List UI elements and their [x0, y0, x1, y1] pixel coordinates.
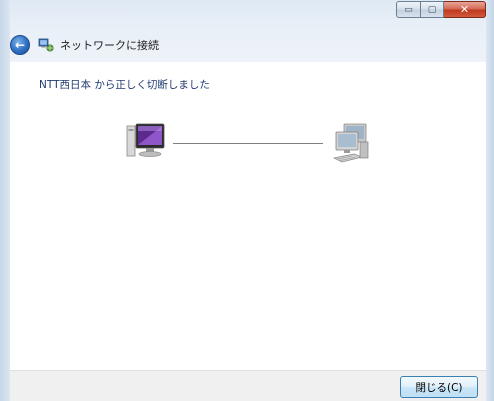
window-frame-left	[0, 0, 10, 401]
status-message: NTT西日本 から正しく切断しました	[39, 79, 210, 91]
connection-line	[173, 143, 323, 144]
close-button[interactable]: 閉じる(C)	[400, 376, 478, 398]
close-icon: ✕	[459, 3, 470, 16]
minimize-icon: ▭	[404, 4, 413, 15]
title-bar[interactable]: ▭ ▢ ✕ ← ネットワークに接続	[0, 0, 494, 62]
footer-bar: 閉じる(C)	[10, 370, 486, 401]
back-arrow-icon: ←	[14, 38, 26, 52]
maximize-icon: ▢	[427, 4, 437, 15]
network-connection-icon	[38, 37, 54, 53]
window-frame-right	[486, 0, 494, 401]
back-button[interactable]: ←	[10, 35, 30, 55]
maximize-button[interactable]: ▢	[421, 1, 444, 18]
caption-buttons: ▭ ▢ ✕	[396, 1, 486, 18]
computer-icon	[125, 120, 167, 164]
network-computers-icon	[330, 122, 372, 166]
minimize-button[interactable]: ▭	[396, 1, 421, 18]
window-title: ネットワークに接続	[60, 39, 159, 52]
content-area: NTT西日本 から正しく切断しました	[10, 62, 486, 370]
close-window-button[interactable]: ✕	[444, 1, 486, 18]
connect-to-network-window: ▭ ▢ ✕ ← ネットワークに接続 NTT西日本 から正しく切断しました 閉じる…	[0, 0, 494, 401]
title-row: ← ネットワークに接続	[10, 33, 159, 57]
